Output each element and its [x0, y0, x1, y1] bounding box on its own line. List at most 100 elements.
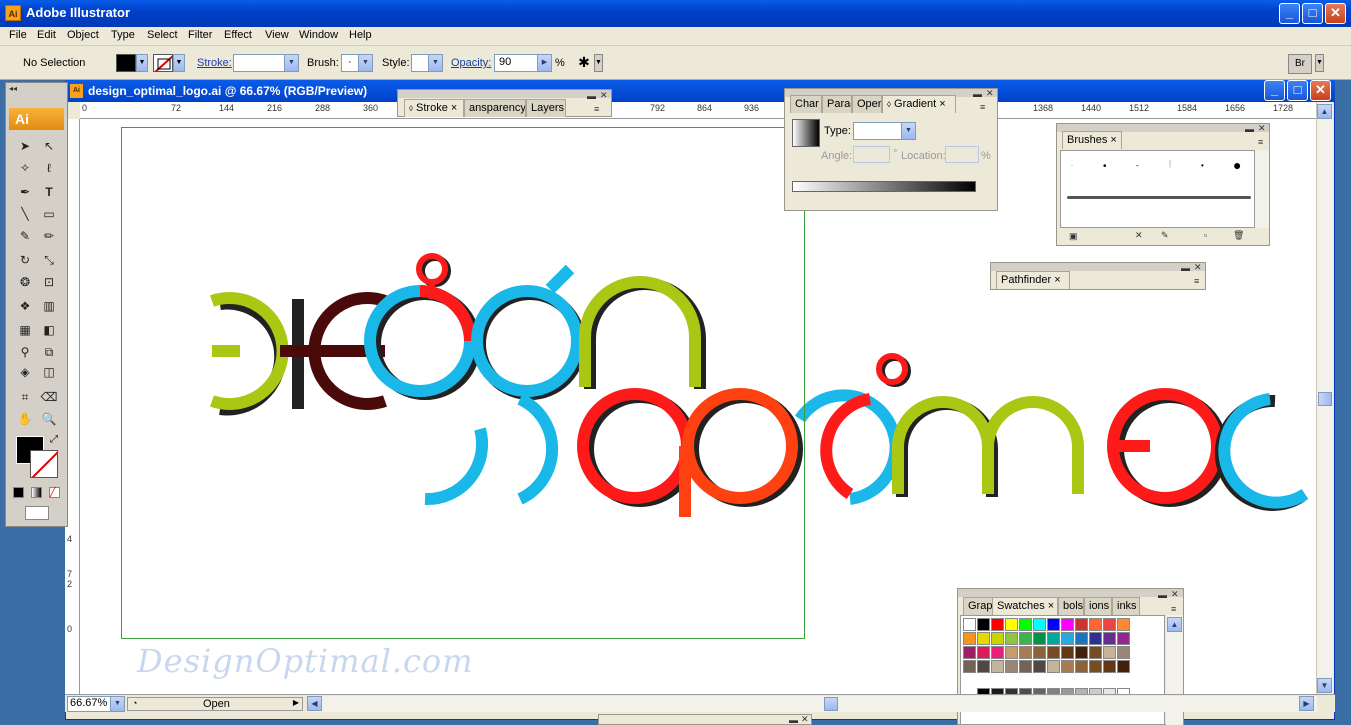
- horizontal-ruler[interactable]: 0 72 144 216 288 360 792 864 936 1368 14…: [80, 102, 1325, 119]
- chevron-right-icon[interactable]: ▶: [1299, 696, 1314, 711]
- gradient-type-dropdown[interactable]: ▼: [853, 122, 916, 140]
- tab-gradient[interactable]: ◊ Gradient ×: [882, 95, 956, 113]
- chevron-up-icon[interactable]: ▲: [1317, 104, 1332, 119]
- tab-brushes[interactable]: Brushes ×: [1062, 131, 1122, 149]
- gradient-slider[interactable]: [792, 181, 976, 192]
- panel-menu-icon[interactable]: ≡: [594, 104, 599, 114]
- tab-pathfinder[interactable]: Pathfinder ×: [996, 271, 1070, 289]
- tab-graphic-styles[interactable]: Grap: [963, 597, 995, 615]
- swatch[interactable]: [963, 660, 976, 673]
- menu-type[interactable]: Type: [111, 29, 135, 41]
- swatch[interactable]: [977, 618, 990, 631]
- color-mode-icon[interactable]: [13, 487, 24, 498]
- swatch[interactable]: [963, 646, 976, 659]
- stroke-label[interactable]: Stroke:: [197, 57, 232, 69]
- location-field[interactable]: [945, 146, 979, 163]
- swatch[interactable]: [1075, 646, 1088, 659]
- swatch[interactable]: [1005, 660, 1018, 673]
- swatch[interactable]: [1005, 618, 1018, 631]
- brush-dot-icon[interactable]: •: [1201, 161, 1204, 170]
- swatch[interactable]: [1103, 646, 1116, 659]
- magic-wand-icon[interactable]: ✧: [14, 158, 36, 178]
- swatch[interactable]: [977, 632, 990, 645]
- brush-scrollbar[interactable]: [1255, 150, 1269, 228]
- swatch[interactable]: [1033, 646, 1046, 659]
- stroke-weight-field[interactable]: ▼: [233, 54, 299, 72]
- tab-opentype[interactable]: Oper: [852, 95, 882, 113]
- menu-object[interactable]: Object: [67, 29, 99, 41]
- chevron-right-icon[interactable]: ▶: [293, 698, 299, 707]
- swatch[interactable]: [1033, 618, 1046, 631]
- scale-tool-icon[interactable]: ⤡: [38, 250, 60, 270]
- free-transform-icon[interactable]: ⊡: [38, 272, 60, 292]
- swatch[interactable]: [1047, 646, 1060, 659]
- swatch[interactable]: [1019, 646, 1032, 659]
- swatch[interactable]: [977, 646, 990, 659]
- swatch[interactable]: [991, 646, 1004, 659]
- swatch[interactable]: [991, 632, 1004, 645]
- swatch[interactable]: [1033, 632, 1046, 645]
- close-icon[interactable]: ✕: [801, 714, 809, 725]
- selection-tool-icon[interactable]: ➤: [14, 136, 36, 156]
- menu-filter[interactable]: Filter: [188, 29, 212, 41]
- recolor-dropdown-icon[interactable]: ▼: [594, 54, 603, 72]
- stroke-color-box[interactable]: [30, 450, 58, 478]
- brush-dot-icon[interactable]: ·: [1071, 163, 1073, 169]
- swatch[interactable]: [977, 660, 990, 673]
- direct-selection-tool-icon[interactable]: ↖: [38, 136, 60, 156]
- style-dropdown[interactable]: ▼: [411, 54, 443, 72]
- tab-character[interactable]: Char: [790, 95, 822, 113]
- close-icon[interactable]: ×: [1110, 134, 1116, 146]
- minimize-icon[interactable]: ▬: [1245, 124, 1254, 134]
- opacity-label[interactable]: Opacity:: [451, 57, 491, 69]
- lasso-icon[interactable]: ℓ: [38, 158, 60, 178]
- none-mode-icon[interactable]: ╱: [49, 487, 60, 498]
- brush-dropdown[interactable]: · ▼: [341, 54, 373, 72]
- panel-menu-icon[interactable]: ≡: [1258, 137, 1263, 147]
- tab-transparency[interactable]: ansparency: [464, 99, 526, 117]
- chevron-left-icon[interactable]: ◀: [307, 696, 322, 711]
- swatch[interactable]: [1033, 660, 1046, 673]
- swatch[interactable]: [991, 660, 1004, 673]
- slice-tool-icon[interactable]: ⌗: [14, 387, 36, 407]
- close-button[interactable]: ✕: [1325, 3, 1346, 24]
- doc-close-button[interactable]: ✕: [1310, 80, 1331, 101]
- gradient-preview[interactable]: [792, 119, 820, 147]
- close-icon[interactable]: ✕: [1194, 262, 1202, 273]
- chevron-down-icon[interactable]: ▼: [110, 697, 124, 711]
- minimize-button[interactable]: _: [1279, 3, 1300, 24]
- pencil-icon[interactable]: ✏: [38, 226, 60, 246]
- bridge-icon[interactable]: Br: [1288, 54, 1312, 74]
- tab-links[interactable]: inks: [1112, 597, 1140, 615]
- chevron-down-icon[interactable]: ▼: [1317, 678, 1332, 693]
- swatch[interactable]: [1089, 632, 1102, 645]
- menu-file[interactable]: File: [9, 29, 27, 41]
- menu-edit[interactable]: Edit: [37, 29, 56, 41]
- fill-dropdown-icon[interactable]: ▼: [136, 54, 148, 72]
- tab-symbols[interactable]: bols: [1058, 597, 1084, 615]
- menu-view[interactable]: View: [265, 29, 289, 41]
- swatch[interactable]: [1019, 632, 1032, 645]
- close-icon[interactable]: ×: [1048, 600, 1054, 612]
- swatch[interactable]: [1047, 632, 1060, 645]
- type-tool-icon[interactable]: T: [38, 182, 60, 202]
- swatch[interactable]: [1103, 660, 1116, 673]
- swatch[interactable]: [1089, 646, 1102, 659]
- chevron-down-icon[interactable]: ▼: [284, 55, 298, 71]
- chevron-down-icon[interactable]: ▼: [358, 55, 372, 71]
- screen-mode-icon[interactable]: [25, 506, 49, 520]
- new-brush-icon[interactable]: ▫: [1204, 230, 1207, 240]
- swatch[interactable]: [1019, 660, 1032, 673]
- scroll-thumb[interactable]: [824, 697, 838, 711]
- panel-menu-icon[interactable]: ≡: [1171, 604, 1176, 614]
- paintbrush-icon[interactable]: ✎: [14, 226, 36, 246]
- swatch[interactable]: [963, 632, 976, 645]
- panel-menu-icon[interactable]: ≡: [1194, 276, 1199, 286]
- swatch[interactable]: [991, 618, 1004, 631]
- chevron-up-icon[interactable]: ▲: [1167, 617, 1182, 632]
- close-icon[interactable]: ×: [939, 98, 945, 110]
- zoom-dropdown[interactable]: 66.67% ▼: [67, 696, 125, 712]
- swatch[interactable]: [1019, 618, 1032, 631]
- horizontal-scrollbar[interactable]: ◀ ▶: [307, 696, 1317, 712]
- swatch[interactable]: [1075, 632, 1088, 645]
